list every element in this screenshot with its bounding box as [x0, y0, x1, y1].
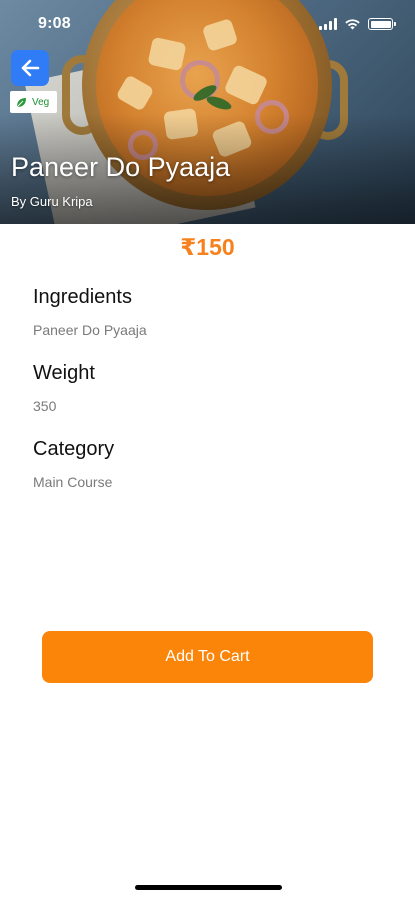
back-button[interactable] [11, 50, 49, 86]
ingredients-section: Ingredients Paneer Do Pyaaja [33, 286, 147, 338]
weight-label: Weight [33, 362, 95, 384]
dish-price: ₹150 [180, 234, 235, 260]
arrow-left-icon [21, 59, 40, 77]
weight-value: 350 [33, 398, 57, 414]
wifi-icon [345, 19, 360, 30]
battery-icon [368, 18, 396, 30]
category-value: Main Course [33, 474, 113, 490]
ingredients-label: Ingredients [33, 286, 132, 308]
category-section: Category Main Course [33, 438, 114, 490]
add-to-cart-button[interactable]: Add To Cart [42, 631, 373, 683]
veg-badge: Veg [10, 91, 58, 113]
weight-section: Weight 350 [33, 362, 95, 414]
category-label: Category [33, 438, 115, 460]
veg-label: Veg [32, 96, 50, 108]
ingredients-value: Paneer Do Pyaaja [33, 322, 147, 338]
status-bar: 9:08 [0, 0, 415, 48]
leaf-icon [16, 97, 26, 107]
home-indicator [135, 885, 282, 890]
dish-title: Paneer Do Pyaaja [11, 152, 231, 182]
signal-icon [319, 18, 337, 30]
restaurant-name: By Guru Kripa [11, 194, 93, 209]
status-icons [319, 18, 396, 30]
status-time: 9:08 [38, 15, 71, 32]
